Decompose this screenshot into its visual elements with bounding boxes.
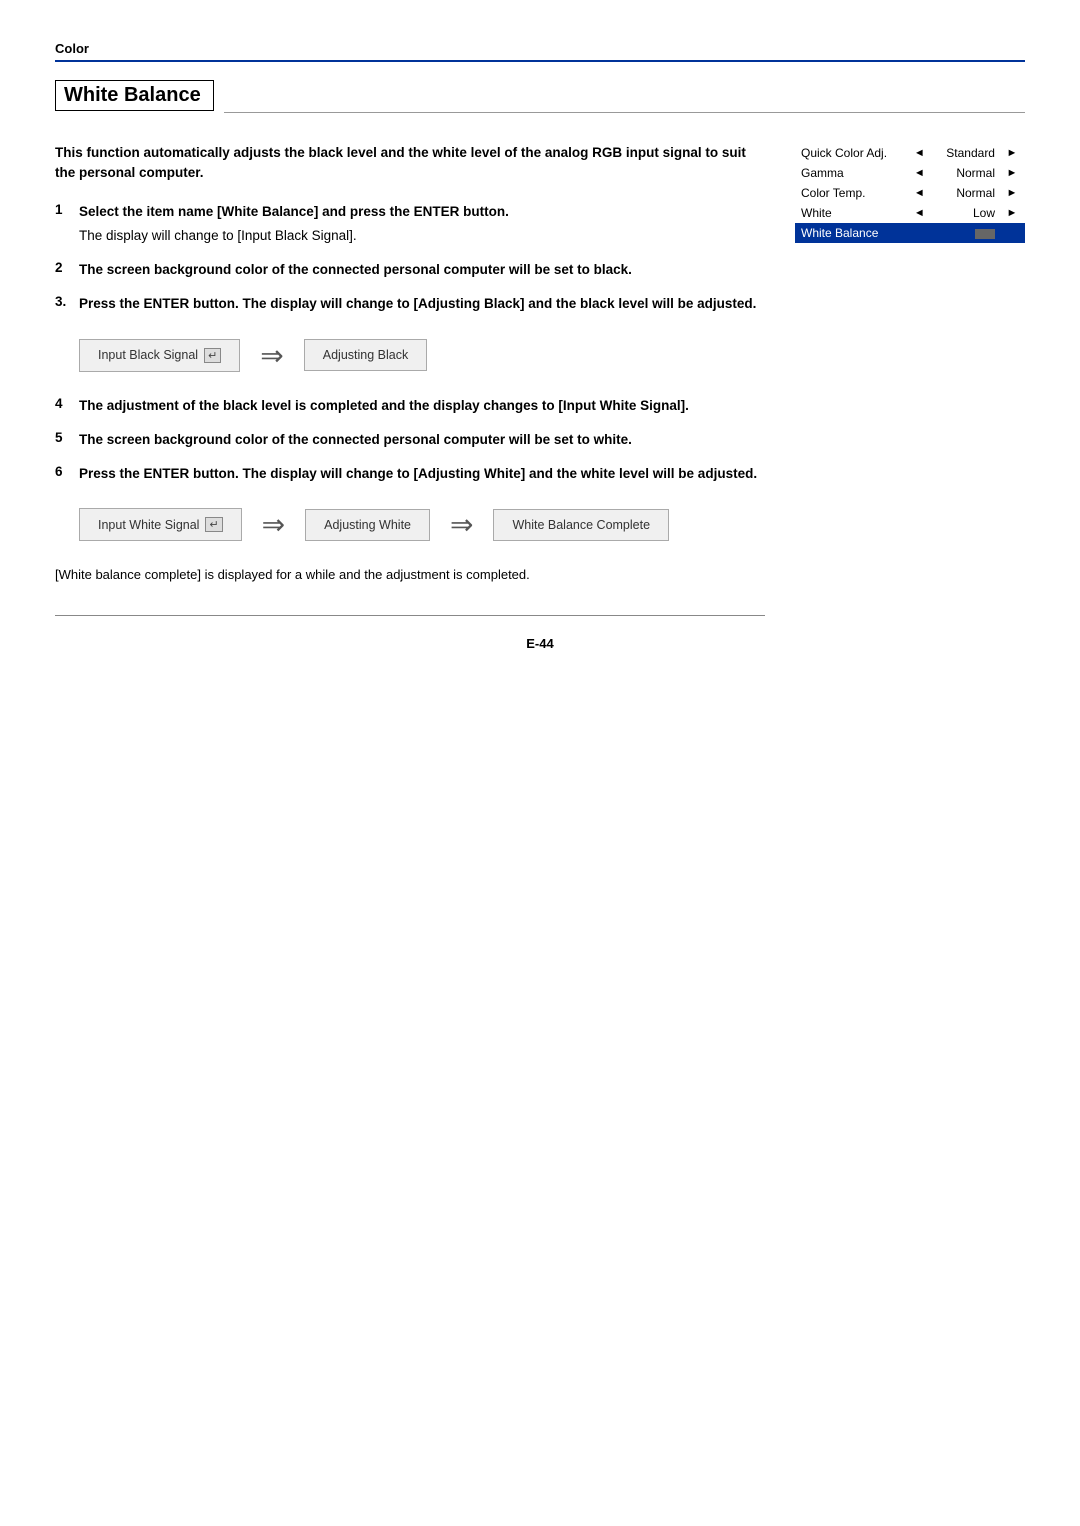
menu-table: Quick Color Adj. ◄ Standard ► Gamma ◄ No… <box>795 143 1025 243</box>
diagram-1: Input Black Signal ↵ ⇒ Adjusting Black <box>79 339 765 372</box>
step-3-text: Press the ENTER button. The display will… <box>79 294 756 314</box>
diagram2-box2-label: Adjusting White <box>324 518 411 532</box>
diagram-box-adjusting-black: Adjusting Black <box>304 339 427 371</box>
step-2-num: 2 <box>55 260 73 275</box>
diagram-2: Input White Signal ↵ ⇒ Adjusting White ⇒… <box>79 508 765 541</box>
enter-icon-1: ↵ <box>204 348 221 363</box>
page-number: E-44 <box>55 636 1025 651</box>
step-2-text: The screen background color of the conne… <box>79 260 632 280</box>
step-2: 2 The screen background color of the con… <box>55 260 765 280</box>
step-3-num: 3. <box>55 294 73 309</box>
diagram-box-input-black: Input Black Signal ↵ <box>79 339 240 372</box>
diagram-box-input-white: Input White Signal ↵ <box>79 508 242 541</box>
menu-row-0: Quick Color Adj. ◄ Standard ► <box>795 143 1025 163</box>
step-1-text: Select the item name [White Balance] and… <box>79 202 509 222</box>
section-label: Color <box>55 41 89 56</box>
step-5: 5 The screen background color of the con… <box>55 430 765 450</box>
diagram-box-adjusting-white: Adjusting White <box>305 509 430 541</box>
left-content: This function automatically adjusts the … <box>55 143 765 616</box>
page: Color White Balance This function automa… <box>0 0 1080 1526</box>
step-1-num: 1 <box>55 202 73 217</box>
menu-row-3: White ◄ Low ► <box>795 203 1025 223</box>
menu-row-4: White Balance <box>795 223 1025 243</box>
footer-text: [White balance complete] is displayed fo… <box>55 565 765 585</box>
page-title: White Balance <box>55 80 214 111</box>
step-1-subtext: The display will change to [Input Black … <box>79 226 765 246</box>
bottom-rule <box>55 615 765 616</box>
step-6-text: Press the ENTER button. The display will… <box>79 464 757 484</box>
main-content: This function automatically adjusts the … <box>55 143 1025 616</box>
diagram2-box3-label: White Balance Complete <box>512 518 650 532</box>
step-4-text: The adjustment of the black level is com… <box>79 396 689 416</box>
diagram-box-complete: White Balance Complete <box>493 509 669 541</box>
menu-row-2: Color Temp. ◄ Normal ► <box>795 183 1025 203</box>
step-1: 1 Select the item name [White Balance] a… <box>55 202 765 247</box>
step-4: 4 The adjustment of the black level is c… <box>55 396 765 416</box>
diagram2-box1-label: Input White Signal <box>98 518 199 532</box>
right-menu: Quick Color Adj. ◄ Standard ► Gamma ◄ No… <box>795 143 1025 243</box>
step-6-num: 6 <box>55 464 73 479</box>
step-5-text: The screen background color of the conne… <box>79 430 632 450</box>
arrow-2: ⇒ <box>262 508 285 541</box>
arrow-3: ⇒ <box>450 508 473 541</box>
diagram-box1-label: Input Black Signal <box>98 348 198 362</box>
step-4-num: 4 <box>55 396 73 411</box>
arrow-1: ⇒ <box>260 339 283 372</box>
section-header: Color <box>55 40 1025 62</box>
step-3: 3. Press the ENTER button. The display w… <box>55 294 765 314</box>
menu-row-1: Gamma ◄ Normal ► <box>795 163 1025 183</box>
enter-icon-2: ↵ <box>205 517 222 532</box>
intro-text: This function automatically adjusts the … <box>55 143 765 184</box>
step-5-num: 5 <box>55 430 73 445</box>
diagram-box2-label: Adjusting Black <box>323 348 408 362</box>
step-6: 6 Press the ENTER button. The display wi… <box>55 464 765 484</box>
